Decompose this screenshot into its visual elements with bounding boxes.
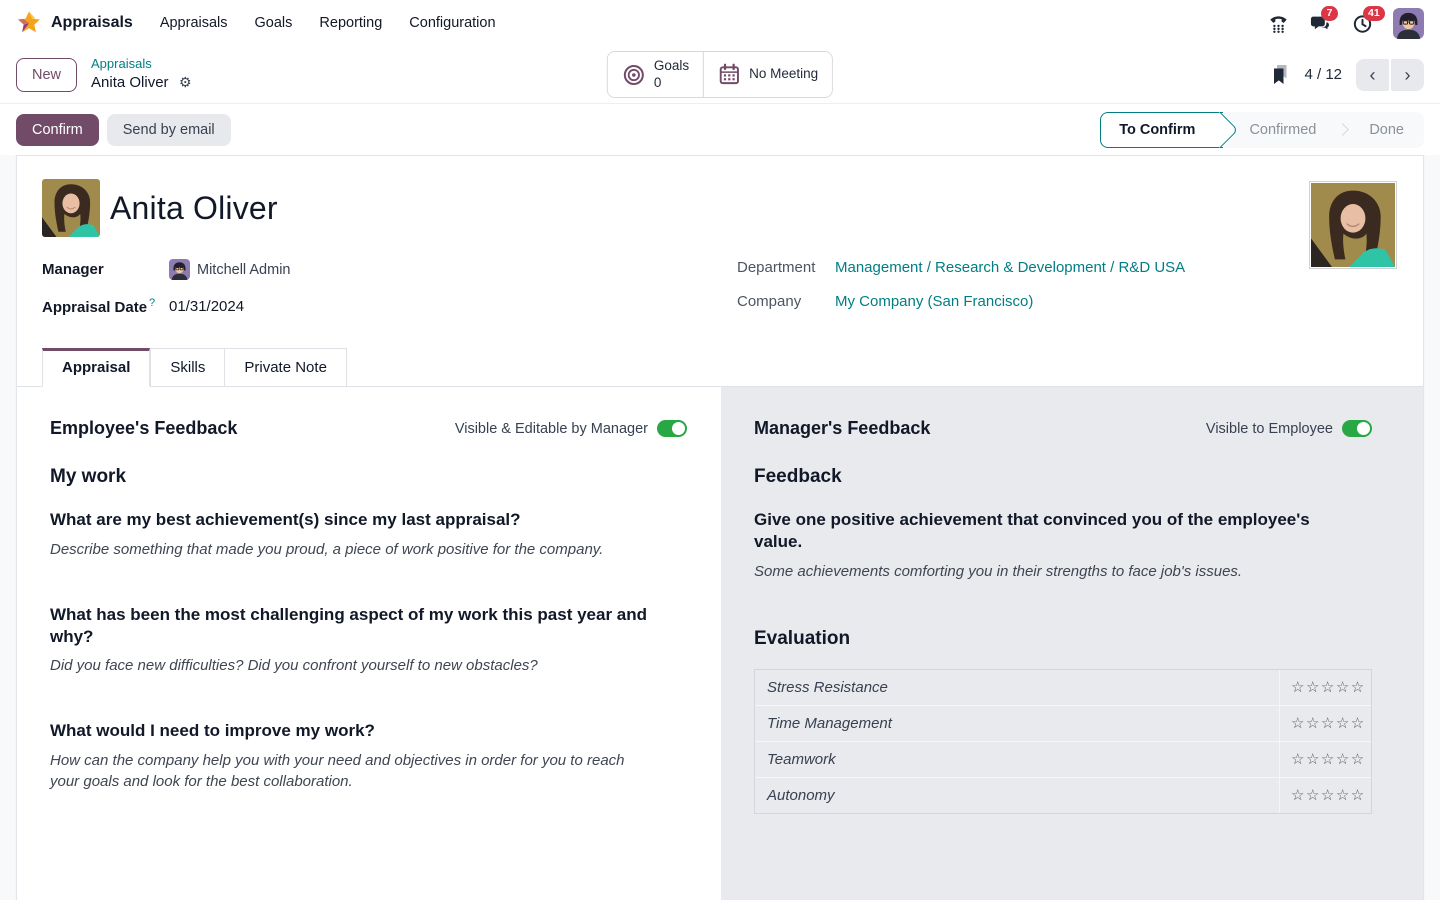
employee-feedback-toggle-label: Visible & Editable by Manager [455, 421, 648, 437]
help-icon[interactable]: ? [149, 297, 155, 309]
tab-private-note[interactable]: Private Note [225, 348, 347, 387]
top-navbar: Appraisals Appraisals Goals Reporting Co… [0, 0, 1440, 46]
star-rating[interactable]: ☆☆☆☆☆ [1279, 742, 1371, 777]
evaluation-row-label: Stress Resistance [755, 670, 1279, 705]
company-value-link[interactable]: My Company (San Francisco) [835, 293, 1033, 310]
breadcrumb: Appraisals Anita Oliver ⚙ [91, 56, 192, 92]
manager-question-1-hint: Some achievements comforting you in thei… [754, 561, 1354, 582]
pager-counter: 4 / 12 [1304, 66, 1342, 83]
manager-question-1: Give one positive achievement that convi… [754, 509, 1339, 553]
nav-item-reporting[interactable]: Reporting [319, 15, 382, 31]
evaluation-row-label: Time Management [755, 706, 1279, 741]
activities-badge: 41 [1363, 6, 1385, 21]
activities-clock-icon[interactable]: 41 [1351, 12, 1373, 34]
star-rating[interactable]: ☆☆☆☆☆ [1279, 706, 1371, 741]
messages-badge: 7 [1321, 6, 1338, 21]
employee-name-field[interactable]: Anita Oliver [110, 190, 278, 227]
goals-stat-button[interactable]: Goals 0 [608, 52, 703, 98]
manager-avatar [169, 259, 190, 280]
feedback-heading: Feedback [754, 466, 1372, 488]
nav-item-goals[interactable]: Goals [255, 15, 293, 31]
pager-next-button[interactable]: › [1391, 59, 1424, 91]
star-rating[interactable]: ☆☆☆☆☆ [1279, 670, 1371, 705]
appraisal-form-sheet: Anita Oliver Manager [16, 155, 1424, 900]
employee-question-1: What are my best achievement(s) since my… [50, 509, 650, 531]
employee-question-3: What would I need to improve my work? [50, 720, 650, 742]
app-name: Appraisals [51, 14, 133, 32]
breadcrumb-parent-link[interactable]: Appraisals [91, 56, 192, 72]
table-row: Autonomy ☆☆☆☆☆ [755, 777, 1371, 813]
table-row: Stress Resistance ☆☆☆☆☆ [755, 670, 1371, 705]
appraisal-date-value[interactable]: 01/31/2024 [169, 298, 244, 315]
status-pipeline: To Confirm Confirmed Done [1100, 112, 1424, 148]
gear-icon[interactable]: ⚙ [179, 74, 192, 90]
employee-feedback-visibility-toggle[interactable] [657, 420, 687, 437]
voip-phone-icon[interactable] [1267, 12, 1289, 34]
status-step-confirmed[interactable]: Confirmed [1223, 112, 1336, 148]
pager-previous-button[interactable]: ‹ [1356, 59, 1389, 91]
goals-target-icon [622, 63, 646, 87]
evaluation-heading: Evaluation [754, 628, 1372, 650]
star-rating[interactable]: ☆☆☆☆☆ [1279, 778, 1371, 813]
employee-feedback-pane: Employee's Feedback Visible & Editable b… [17, 387, 721, 900]
confirm-button[interactable]: Confirm [16, 114, 99, 146]
employee-question-2-hint: Did you face new difficulties? Did you c… [50, 655, 650, 676]
department-value-link[interactable]: Management / Research & Development / R&… [835, 259, 1185, 276]
employee-photo-large[interactable] [1309, 181, 1397, 269]
chevron-right-icon [1336, 123, 1349, 136]
table-row: Teamwork ☆☆☆☆☆ [755, 741, 1371, 777]
manager-label: Manager [42, 261, 169, 278]
control-panel: New Appraisals Anita Oliver ⚙ Goals 0 [0, 46, 1440, 104]
new-button[interactable]: New [16, 58, 77, 92]
manager-feedback-title: Manager's Feedback [754, 418, 930, 439]
goals-label: Goals [654, 58, 689, 75]
appraisals-app-icon [16, 10, 42, 36]
evaluation-table: Stress Resistance ☆☆☆☆☆ Time Management … [754, 669, 1372, 814]
company-label: Company [737, 293, 835, 310]
manager-feedback-pane: Manager's Feedback Visible to Employee F… [721, 387, 1423, 900]
meeting-button[interactable]: No Meeting [703, 52, 832, 98]
tab-appraisal[interactable]: Appraisal [42, 348, 150, 387]
evaluation-row-label: Autonomy [755, 778, 1279, 813]
messages-icon[interactable]: 7 [1309, 12, 1331, 34]
manager-feedback-toggle-label: Visible to Employee [1206, 421, 1333, 437]
table-row: Time Management ☆☆☆☆☆ [755, 705, 1371, 741]
user-avatar[interactable] [1393, 8, 1424, 39]
manager-feedback-visibility-toggle[interactable] [1342, 420, 1372, 437]
nav-item-appraisals[interactable]: Appraisals [160, 15, 228, 31]
form-statusbar: Confirm Send by email To Confirm Confirm… [0, 104, 1440, 155]
employee-question-1-hint: Describe something that made you proud, … [50, 539, 650, 560]
bookmark-icon[interactable] [1271, 64, 1290, 85]
employee-question-3-hint: How can the company help you with your n… [50, 750, 650, 792]
tab-skills[interactable]: Skills [150, 348, 225, 387]
nav-item-configuration[interactable]: Configuration [409, 15, 495, 31]
evaluation-row-label: Teamwork [755, 742, 1279, 777]
meeting-label: No Meeting [749, 66, 818, 83]
app-brand[interactable]: Appraisals [16, 10, 133, 36]
notebook-tabs: Appraisal Skills Private Note [17, 347, 1423, 387]
status-step-to-confirm[interactable]: To Confirm [1100, 112, 1223, 148]
record-stat-buttons: Goals 0 No Meeting [607, 51, 833, 99]
employee-question-2: What has been the most challenging aspec… [50, 604, 650, 648]
employee-feedback-title: Employee's Feedback [50, 418, 237, 439]
appraisal-date-label: Appraisal Date? [42, 297, 169, 316]
manager-name-value[interactable]: Mitchell Admin [197, 262, 290, 278]
my-work-heading: My work [50, 466, 687, 488]
department-label: Department [737, 259, 835, 276]
calendar-icon [718, 63, 741, 86]
employee-avatar-small[interactable] [42, 179, 100, 237]
status-step-done[interactable]: Done [1349, 112, 1424, 148]
send-by-email-button[interactable]: Send by email [107, 114, 231, 146]
goals-count: 0 [654, 75, 689, 92]
breadcrumb-current: Anita Oliver [91, 74, 169, 91]
